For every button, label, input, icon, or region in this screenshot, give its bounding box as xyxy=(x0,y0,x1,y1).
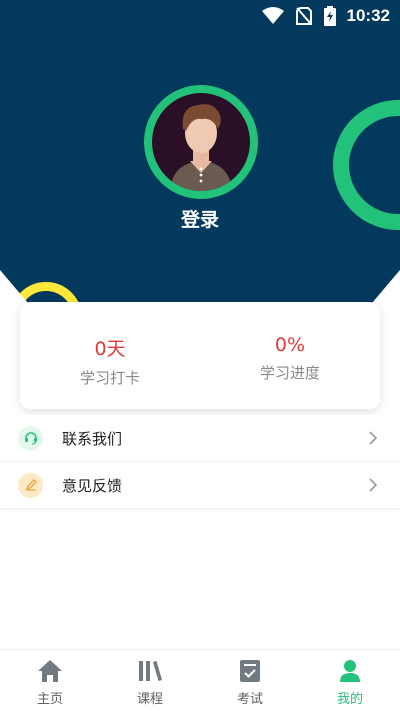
exam-clipboard-icon xyxy=(240,660,260,682)
user-icon xyxy=(340,660,360,682)
tab-courses-label: 课程 xyxy=(136,692,163,707)
avatar[interactable] xyxy=(144,85,258,199)
headset-icon xyxy=(18,425,43,451)
header-corner-right xyxy=(372,270,400,303)
stat-checkin-label: 学习打卡 xyxy=(79,369,140,387)
stat-checkin[interactable]: 0天 学习打卡 xyxy=(20,302,200,388)
menu-item-feedback-label: 意见反馈 xyxy=(62,476,123,495)
menu-item-feedback[interactable]: 意见反馈 xyxy=(0,462,400,509)
tab-mine-label: 我的 xyxy=(336,692,363,707)
bottom-tab-bar: 主页 课程 考试 我的 xyxy=(0,649,400,711)
wifi-icon xyxy=(262,7,284,24)
tab-home[interactable]: 主页 xyxy=(0,650,100,711)
battery-charging-icon xyxy=(324,6,336,26)
avatar-image xyxy=(152,93,250,191)
menu-list: 联系我们 意见反馈 xyxy=(0,415,400,509)
stat-progress-label: 学习进度 xyxy=(259,364,320,382)
stat-checkin-value: 0天 xyxy=(94,338,126,360)
menu-item-contact-label: 联系我们 xyxy=(62,429,123,448)
chevron-right-icon xyxy=(369,478,378,492)
home-icon xyxy=(38,660,62,682)
tab-exam[interactable]: 考试 xyxy=(200,650,300,711)
profile-header: 10:32 登录 xyxy=(0,0,400,303)
chevron-right-icon xyxy=(369,431,378,445)
menu-item-contact[interactable]: 联系我们 xyxy=(0,415,400,462)
login-button[interactable]: 登录 xyxy=(0,205,400,232)
feedback-pen-icon xyxy=(18,472,43,498)
tab-exam-label: 考试 xyxy=(236,692,263,707)
status-bar: 10:32 xyxy=(0,0,400,32)
status-time: 10:32 xyxy=(346,6,390,25)
books-icon xyxy=(139,661,162,681)
header-corner-left xyxy=(0,270,28,303)
no-sim-icon xyxy=(296,7,312,25)
tab-mine[interactable]: 我的 xyxy=(300,650,400,711)
stat-progress-value: 0% xyxy=(274,334,306,356)
stat-progress[interactable]: 0% 学习进度 xyxy=(200,302,380,383)
tab-courses[interactable]: 课程 xyxy=(100,650,200,711)
stats-card: 0天 学习打卡 0% 学习进度 xyxy=(20,302,380,409)
tab-home-label: 主页 xyxy=(36,692,63,707)
